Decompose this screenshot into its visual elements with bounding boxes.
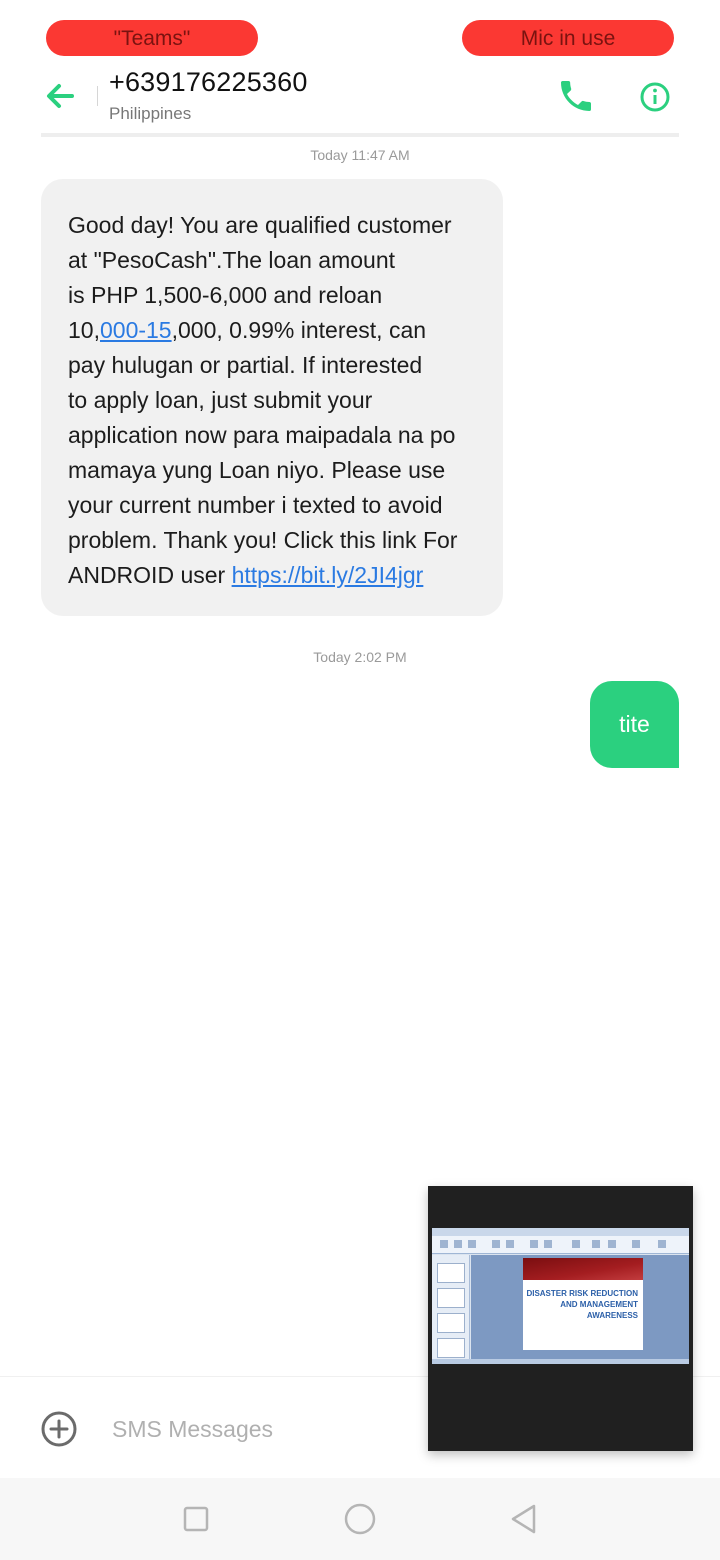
- message-text-fragment: 10,: [68, 317, 100, 343]
- message-text-line: at "PesoCash".The loan amount: [68, 247, 396, 273]
- slide-thumbnails: [432, 1255, 470, 1359]
- pip-ribbon: [432, 1236, 689, 1254]
- phone-number-link[interactable]: 000-15: [100, 317, 172, 343]
- slide-preview: DISASTER RISK REDUCTION AND MANAGEMENT A…: [523, 1258, 643, 1350]
- message-text-line: Good day! You are qualified customer: [68, 212, 452, 238]
- message-text-fragment: ANDROID user: [68, 562, 232, 588]
- slide-header-band: [523, 1258, 643, 1280]
- square-recent-apps-icon[interactable]: [178, 1501, 214, 1537]
- triangle-back-icon[interactable]: [506, 1501, 542, 1537]
- header-divider: [97, 86, 98, 106]
- contact-number[interactable]: +639176225360: [109, 67, 308, 98]
- add-circle-icon[interactable]: [40, 1410, 78, 1448]
- message-text-line: pay hulugan or partial. If interested: [68, 352, 423, 378]
- system-navigation-bar: [0, 1478, 720, 1560]
- info-icon[interactable]: [634, 76, 676, 118]
- outgoing-message-bubble[interactable]: tite: [590, 681, 679, 768]
- slide-title: DISASTER RISK REDUCTION AND MANAGEMENT A…: [526, 1289, 638, 1320]
- message-text-line: is PHP 1,500-6,000 and reloan: [68, 282, 383, 308]
- message-text-line: to apply loan, just submit your: [68, 387, 373, 413]
- teams-status-pill[interactable]: "Teams": [46, 20, 258, 56]
- pip-statusbar: [432, 1359, 689, 1364]
- phone-icon[interactable]: [556, 76, 596, 116]
- message-text-line: mamaya yung Loan niyo. Please use: [68, 457, 446, 483]
- shared-screen-preview: DISASTER RISK REDUCTION AND MANAGEMENT A…: [432, 1228, 689, 1364]
- slide-stage: DISASTER RISK REDUCTION AND MANAGEMENT A…: [471, 1255, 689, 1359]
- circle-home-icon[interactable]: [342, 1501, 378, 1537]
- contact-country: Philippines: [109, 104, 192, 123]
- picture-in-picture-window[interactable]: DISASTER RISK REDUCTION AND MANAGEMENT A…: [428, 1186, 693, 1451]
- url-link[interactable]: https://bit.ly/2JI4jgr: [232, 562, 424, 588]
- sms-message-input[interactable]: [112, 1411, 412, 1447]
- message-text-line: 10,000-15,000, 0.99% interest, can: [68, 313, 483, 348]
- message-text-line: application now para maipadala na po: [68, 422, 456, 448]
- message-timestamp: Today 11:47 AM: [310, 147, 410, 163]
- incoming-message-bubble[interactable]: Good day! You are qualified customer at …: [41, 179, 503, 616]
- message-timestamp: Today 2:02 PM: [313, 649, 407, 665]
- mic-in-use-pill[interactable]: Mic in use: [462, 20, 674, 56]
- message-text-fragment: ,000, 0.99% interest, can: [171, 317, 427, 343]
- message-text-line: ANDROID user https://bit.ly/2JI4jgr: [68, 558, 483, 593]
- conversation-header: +639176225360 Philippines: [0, 60, 720, 134]
- pip-titlebar: [432, 1228, 689, 1236]
- header-divider-line: [41, 133, 679, 137]
- back-arrow-icon[interactable]: [40, 76, 80, 116]
- message-text-line: problem. Thank you! Click this link For: [68, 527, 458, 553]
- message-text-line: your current number i texted to avoid: [68, 492, 443, 518]
